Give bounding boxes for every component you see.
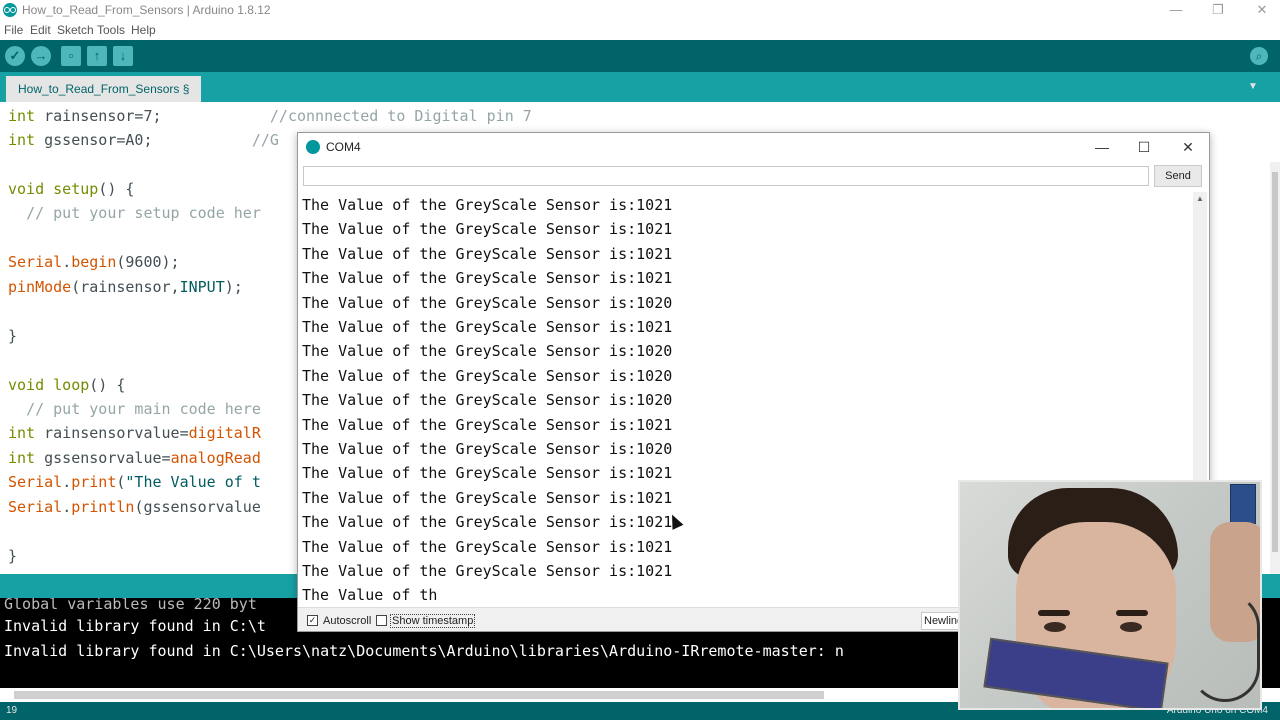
verify-button[interactable]: ✓ (5, 46, 25, 66)
editor-scrollbar[interactable] (1270, 162, 1280, 574)
upload-button[interactable]: → (31, 46, 51, 66)
menu-help[interactable]: Help (131, 23, 156, 37)
serial-line: The Value of the GreyScale Sensor is:102… (302, 464, 673, 483)
menu-bar: File Edit Sketch Tools Help (0, 20, 1280, 40)
serial-line: The Value of the GreyScale Sensor is:102… (302, 391, 673, 410)
serial-line: The Value of the GreyScale Sensor is:102… (302, 366, 673, 385)
serial-line: The Value of the GreyScale Sensor is:102… (302, 342, 673, 361)
eyebrow (1116, 610, 1148, 616)
serial-input-field[interactable] (303, 166, 1149, 186)
code-line: Serial.println(gssensorvalue (8, 498, 261, 516)
code-line: // put your setup code her (26, 204, 261, 222)
check-icon: ✓ (9, 48, 21, 63)
menu-tools[interactable]: Tools (97, 23, 125, 37)
serial-line: The Value of the GreyScale Sensor is:102… (302, 244, 673, 263)
restore-button[interactable]: ❐ (1200, 1, 1236, 19)
autoscroll-checkbox[interactable]: ✓ (307, 615, 318, 626)
save-sketch-button[interactable]: ↓ (113, 46, 133, 66)
menu-edit[interactable]: Edit (30, 23, 51, 37)
code-line: } (8, 547, 18, 565)
eyebrow (1038, 610, 1070, 616)
arrow-up-icon: ↑ (93, 48, 101, 63)
wire (1190, 592, 1260, 702)
menu-file[interactable]: File (4, 23, 23, 37)
code-line: int rainsensorvalue=digitalR (8, 424, 261, 442)
serial-line: The Value of the GreyScale Sensor is:102… (302, 513, 673, 532)
arrow-right-icon: → (34, 48, 48, 63)
serial-line: The Value of the GreyScale Sensor is:102… (302, 318, 673, 336)
menu-sketch[interactable]: Sketch (57, 23, 94, 37)
code-line: void setup() { (8, 180, 135, 198)
new-sketch-button[interactable]: ▫ (61, 46, 81, 66)
serial-line: The Value of the GreyScale Sensor is:102… (302, 293, 673, 312)
serial-line: The Value of the GreyScale Sensor is:102… (302, 562, 673, 580)
scroll-up-arrow-icon[interactable]: ▲ (1195, 194, 1205, 204)
serial-line: The Value of the GreyScale Sensor is:102… (302, 415, 673, 434)
code-line: int rainsensor=7; //connnected to Digita… (8, 107, 532, 125)
serial-line: The Value of the GreyScale Sensor is:102… (302, 537, 673, 556)
sensor-module (1230, 484, 1256, 524)
code-line: pinMode(rainsensor,INPUT); (8, 278, 243, 296)
serial-line: The Value of the GreyScale Sensor is:102… (302, 488, 673, 507)
close-button[interactable]: ✕ (1244, 1, 1280, 19)
serial-line: The Value of th (302, 586, 438, 605)
arrow-down-icon: ↓ (119, 48, 127, 63)
show-timestamp-label[interactable]: Show timestamp (390, 614, 476, 628)
serial-monitor-titlebar[interactable]: COM4 — ☐ ✕ (298, 133, 1209, 161)
code-line: void loop() { (8, 376, 126, 394)
webcam-overlay (958, 480, 1262, 710)
console-line: Invalid library found in C:\t (4, 617, 266, 635)
arduino-logo-icon (3, 3, 17, 17)
eye (1044, 622, 1066, 632)
code-line: } (8, 327, 18, 345)
code-line: Serial.begin(9600); (8, 253, 180, 271)
autoscroll-label[interactable]: Autoscroll (323, 615, 371, 627)
tab-menu-icon[interactable]: ▼ (1248, 81, 1262, 93)
open-sketch-button[interactable]: ↑ (87, 46, 107, 66)
code-line: int gssensor=A0; //G (8, 131, 279, 149)
magnifier-icon: ⌕ (1255, 49, 1263, 63)
tab-sketch[interactable]: How_to_Read_From_Sensors § (6, 76, 202, 102)
line-number: 19 (6, 705, 18, 716)
toolbar: ✓ → ▫ ↑ ↓ ⌕ (0, 40, 1280, 72)
eye (1120, 622, 1142, 632)
new-file-icon: ▫ (68, 48, 74, 63)
serial-line: The Value of the GreyScale Sensor is:102… (302, 220, 673, 239)
code-text: rainsensor=7; (44, 107, 162, 125)
console-scrollbar-thumb[interactable] (14, 691, 824, 699)
window-title: How_to_Read_From_Sensors | Arduino 1.8.1… (22, 3, 271, 17)
code-line: int gssensorvalue=analogRead (8, 449, 261, 467)
arduino-logo-icon (306, 140, 320, 154)
code-comment: //connnected to Digital pin 7 (269, 107, 532, 125)
serial-close-button[interactable]: ✕ (1173, 137, 1203, 157)
serial-line: The Value of the GreyScale Sensor is:102… (302, 269, 673, 288)
serial-monitor-title: COM4 (326, 140, 361, 154)
window-titlebar: How_to_Read_From_Sensors | Arduino 1.8.1… (0, 0, 1280, 20)
tab-bar: How_to_Read_From_Sensors § ▼ (0, 72, 1280, 102)
console-line: Global variables use 220 byt (4, 598, 257, 613)
console-line: Invalid library found in C:\Users\natz\D… (4, 642, 844, 660)
serial-line: The Value of the GreyScale Sensor is:102… (302, 196, 673, 214)
show-timestamp-checkbox[interactable] (376, 615, 387, 626)
serial-line: The Value of the GreyScale Sensor is:102… (302, 440, 673, 458)
code-line: // put your main code here (26, 400, 261, 418)
serial-monitor-button[interactable]: ⌕ (1250, 47, 1268, 65)
minimize-button[interactable]: — (1158, 1, 1194, 19)
serial-maximize-button[interactable]: ☐ (1129, 137, 1159, 157)
serial-minimize-button[interactable]: — (1087, 137, 1117, 157)
editor-scrollbar-thumb[interactable] (1272, 172, 1278, 552)
send-button[interactable]: Send (1154, 165, 1202, 187)
code-line: Serial.print("The Value of t (8, 473, 261, 491)
